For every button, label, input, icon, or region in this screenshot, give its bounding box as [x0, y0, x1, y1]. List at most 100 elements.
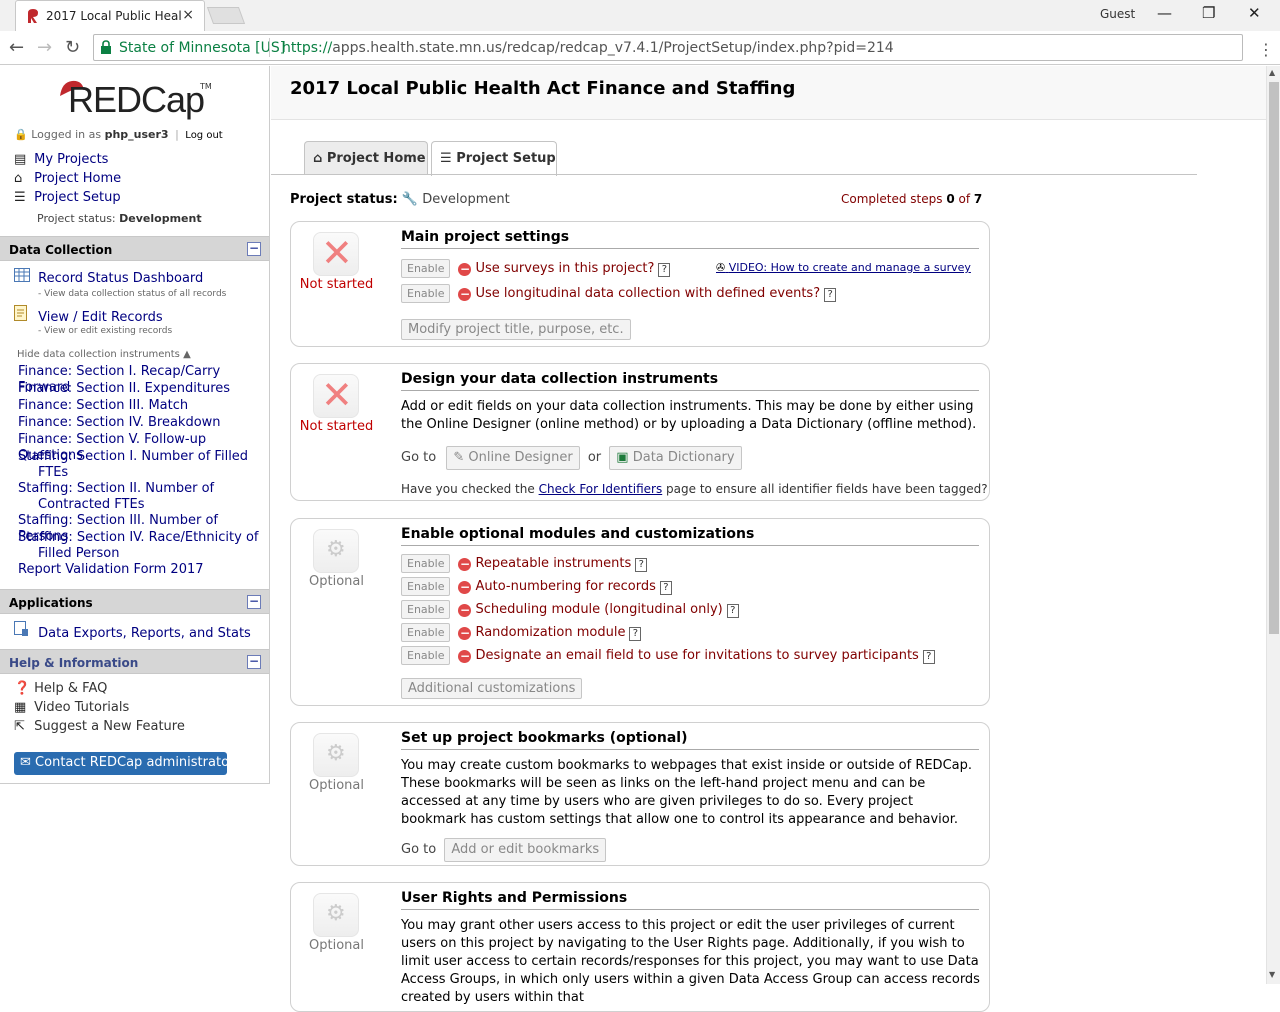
optional-modules-card: ⚙ Optional Enable optional modules and c…: [290, 518, 990, 706]
design-instruments-card: ✕ Not started Design your data collectio…: [290, 363, 990, 501]
enable-longitudinal-button[interactable]: Enable: [401, 284, 451, 303]
check-identifiers-link[interactable]: Check For Identifiers: [539, 482, 663, 496]
disabled-icon: −: [458, 580, 472, 594]
tab-project-home[interactable]: ⌂ Project Home: [304, 141, 428, 175]
modify-project-button[interactable]: Modify project title, purpose, etc.: [401, 319, 631, 340]
section-title: Help & Information: [9, 656, 139, 670]
step-state: Not started: [299, 277, 374, 292]
tab-project-setup[interactable]: ☰ Project Setup: [431, 141, 557, 176]
hide-instruments-toggle[interactable]: Hide data collection instruments ▲: [17, 349, 191, 360]
help-icon[interactable]: ?: [824, 288, 837, 302]
suggest-feature-link[interactable]: ⇱ Suggest a New Feature: [14, 719, 185, 734]
card-description: Add or edit fields on your data collecti…: [401, 399, 977, 432]
list-icon: ▤: [14, 152, 27, 167]
online-designer-button[interactable]: ✎ Online Designer: [446, 446, 580, 470]
module-option: Enable − Randomization module?: [401, 623, 642, 642]
help-item-label: Suggest a New Feature: [34, 719, 185, 734]
instrument-link[interactable]: Finance: Section II. Expenditures: [18, 381, 263, 397]
logo-text: REDCap: [68, 79, 205, 120]
url-text: https://apps.health.state.mn.us/redcap/r…: [282, 40, 894, 56]
view-edit-records-link[interactable]: View / Edit Records: [14, 305, 163, 325]
additional-wrapper: Additional customizations: [401, 678, 583, 699]
card-title: User Rights and Permissions: [401, 890, 979, 910]
left-sidebar: REDCap TM 🔒 Logged in as php_user3 | Log…: [0, 66, 270, 784]
sidebar-item-project-home[interactable]: ⌂ Project Home: [14, 171, 121, 186]
help-icon[interactable]: ?: [635, 558, 648, 572]
enable-button[interactable]: Enable: [401, 600, 451, 619]
redcap-logo[interactable]: REDCap TM: [58, 76, 212, 120]
not-started-icon: ✕: [313, 231, 359, 276]
contact-admin-button[interactable]: ✉ Contact REDCap administrator: [14, 752, 234, 775]
tab-label: Project Setup: [456, 151, 556, 166]
enable-button[interactable]: Enable: [401, 577, 451, 596]
record-status-description: - View data collection status of all rec…: [38, 289, 227, 299]
logout-link[interactable]: Log out: [185, 130, 222, 141]
question-circle-icon: ❓: [14, 681, 31, 696]
back-icon[interactable]: ←: [9, 37, 24, 58]
help-icon[interactable]: ?: [659, 581, 672, 595]
guest-profile-label[interactable]: Guest: [1100, 7, 1135, 21]
help-icon[interactable]: ?: [629, 627, 642, 641]
video-link[interactable]: ✇ VIDEO: How to create and manage a surv…: [716, 261, 971, 274]
browser-tab[interactable]: 2017 Local Public Health ×: [15, 0, 205, 31]
page-scrollbar[interactable]: ▲ ▼: [1266, 66, 1280, 984]
gear-icon: ⚙: [313, 733, 359, 777]
collapse-icon[interactable]: −: [247, 655, 261, 669]
collapse-icon[interactable]: −: [247, 242, 261, 256]
sidebar-project-status: Project status: Development: [37, 212, 202, 225]
help-faq-link[interactable]: ❓ Help & FAQ: [14, 681, 107, 696]
data-exports-link[interactable]: Data Exports, Reports, and Stats: [14, 621, 251, 641]
tab-close-icon[interactable]: ×: [182, 7, 194, 23]
page-title: 2017 Local Public Health Act Finance and…: [290, 78, 796, 99]
instrument-link[interactable]: Staffing: Section IV. Race/Ethnicity of F…: [18, 530, 263, 562]
forward-icon[interactable]: →: [37, 37, 52, 58]
instrument-link[interactable]: Staffing: Section I. Number of Filled FTE…: [18, 449, 263, 481]
user-icon: 🔒: [14, 128, 28, 141]
card-title: Enable optional modules and customizatio…: [401, 526, 979, 546]
address-divider: [269, 38, 270, 57]
collapse-icon[interactable]: −: [247, 595, 261, 609]
scrollbar-thumb[interactable]: [1269, 82, 1279, 634]
scroll-up-icon[interactable]: ▲: [1269, 68, 1275, 77]
help-icon[interactable]: ?: [922, 650, 935, 664]
window-close-icon[interactable]: ✕: [1248, 4, 1261, 22]
completed-steps: Completed steps 0 of 7: [841, 192, 983, 206]
instrument-link[interactable]: Staffing: Section II. Number of Contracte…: [18, 481, 263, 513]
enable-button[interactable]: Enable: [401, 646, 451, 665]
login-info: 🔒 Logged in as php_user3 | Log out: [14, 128, 223, 141]
video-tutorials-link[interactable]: ▦ Video Tutorials: [14, 700, 129, 715]
browser-menu-icon[interactable]: ⋮: [1258, 40, 1274, 59]
minimize-icon[interactable]: —: [1157, 4, 1172, 22]
enable-button[interactable]: Enable: [401, 623, 451, 642]
sidebar-item-my-projects[interactable]: ▤ My Projects: [14, 152, 108, 167]
restore-icon[interactable]: ❐: [1202, 4, 1215, 22]
instrument-link[interactable]: Finance: Section III. Match: [18, 398, 263, 414]
add-bookmarks-button[interactable]: Add or edit bookmarks: [444, 838, 607, 862]
reload-icon[interactable]: ↻: [65, 37, 80, 58]
enable-button[interactable]: Enable: [401, 554, 451, 573]
disabled-icon: −: [458, 603, 472, 617]
disabled-icon: −: [458, 262, 472, 276]
instrument-link[interactable]: Report Validation Form 2017: [18, 562, 263, 578]
step-state: Optional: [309, 778, 364, 793]
enable-surveys-button[interactable]: Enable: [401, 259, 451, 278]
goto-row: Go to ✎ Online Designer or ▣ Data Dictio…: [401, 446, 981, 470]
additional-customizations-button[interactable]: Additional customizations: [401, 678, 583, 699]
card-title: Main project settings: [401, 229, 979, 249]
option-label: Use surveys in this project?: [475, 261, 655, 276]
scroll-down-icon[interactable]: ▼: [1269, 970, 1275, 979]
address-bar[interactable]: State of Minnesota [US] https://apps.hea…: [93, 34, 1243, 61]
data-dictionary-button[interactable]: ▣ Data Dictionary: [609, 446, 742, 470]
project-status: Project status: 🔧 Development: [290, 192, 510, 207]
help-icon[interactable]: ?: [658, 263, 671, 277]
new-tab-button[interactable]: [206, 7, 246, 24]
instrument-link[interactable]: Finance: Section IV. Breakdown: [18, 415, 263, 431]
browser-toolbar: ← → ↻ State of Minnesota [US] https://ap…: [0, 31, 1280, 65]
pencil-icon: ✎: [453, 450, 465, 465]
record-status-dashboard-link[interactable]: Record Status Dashboard: [14, 268, 203, 286]
film-reel-icon: ✇: [716, 261, 726, 274]
help-icon[interactable]: ?: [726, 604, 739, 618]
sidebar-item-project-setup[interactable]: ☰ Project Setup: [14, 190, 121, 205]
wrench-icon: 🔧: [401, 192, 419, 207]
export-icon: [14, 621, 34, 641]
